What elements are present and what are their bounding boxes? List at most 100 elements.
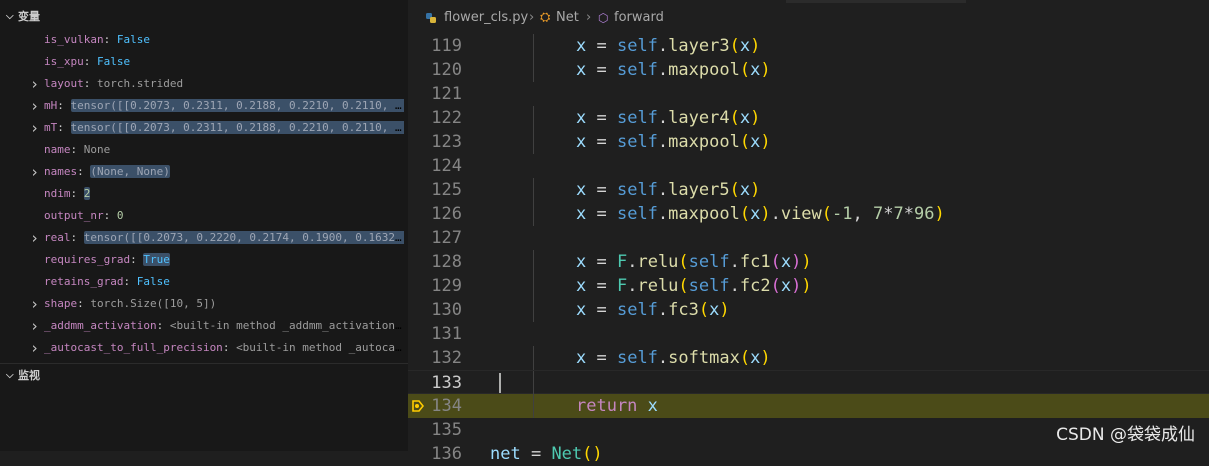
chevron-right-icon[interactable]: › <box>30 293 39 315</box>
code-line[interactable]: 136 net = Net() <box>408 442 1209 466</box>
code-text: x = self.fc3(x) <box>576 298 730 322</box>
code-line[interactable]: 134 return x <box>408 394 1209 418</box>
code-line[interactable]: 130 x = self.fc3(x) <box>408 298 1209 322</box>
code-token: fc1 <box>739 252 771 272</box>
code-text: x = self.layer5(x) <box>576 178 760 202</box>
variables-section-header[interactable]: ⌵ 变量 <box>0 7 408 27</box>
code-token: x <box>576 300 587 320</box>
indent-guide <box>533 106 534 130</box>
variable-row--addmm-activation[interactable]: › _addmm_activation: <built-in method _ad… <box>0 315 408 337</box>
code-text: x = self.layer3(x) <box>576 34 760 58</box>
chevron-right-icon[interactable]: › <box>30 161 39 183</box>
code-line[interactable]: 129 x = F.relu(self.fc2(x)) <box>408 274 1209 298</box>
code-token: . <box>657 36 669 56</box>
code-line[interactable]: 131 <box>408 322 1209 346</box>
separator: : <box>156 319 170 332</box>
chevron-right-icon[interactable]: › <box>30 315 39 337</box>
code-line[interactable]: 125 x = self.layer5(x) <box>408 178 1209 202</box>
chevron-right-icon: › <box>586 10 592 25</box>
code-token: ( <box>729 180 740 200</box>
variable-row-is-vulkan[interactable]: is_vulkan: False <box>0 29 408 51</box>
variable-value: False <box>136 275 170 288</box>
indent-guide <box>533 58 534 82</box>
watermark: CSDN @袋袋成仙 <box>1056 425 1195 445</box>
code-line[interactable]: 132 x = self.softmax(x) <box>408 346 1209 370</box>
breadcrumb-file[interactable]: flower_cls.py <box>444 5 528 31</box>
code-token: x <box>750 204 761 224</box>
variable-name: name <box>44 143 71 156</box>
code-line[interactable]: 124 <box>408 154 1209 178</box>
chevron-right-icon[interactable]: › <box>30 73 39 95</box>
indent-guide <box>533 34 534 58</box>
code-line[interactable]: 122 x = self.layer4(x) <box>408 106 1209 130</box>
chevron-right-icon[interactable]: › <box>30 337 39 359</box>
code-token: F <box>616 276 628 296</box>
variable-row-real[interactable]: › real: tensor([[0.2073, 0.2220, 0.2174, … <box>0 227 408 249</box>
code-token: fc2 <box>739 276 771 296</box>
variable-row-retains-grad[interactable]: retains_grad: False <box>0 271 408 293</box>
code-line[interactable]: 128 x = F.relu(self.fc1(x)) <box>408 250 1209 274</box>
indent-guide <box>533 298 534 322</box>
code-token: x <box>750 60 761 80</box>
variable-name: names <box>44 165 78 178</box>
code-token: maxpool <box>668 204 740 224</box>
chevron-right-icon[interactable]: › <box>30 117 39 139</box>
chevron-right-icon[interactable]: › <box>30 227 39 249</box>
variable-value: False <box>97 55 131 68</box>
variable-row-is-xpu[interactable]: is_xpu: False <box>0 51 408 73</box>
code-line[interactable]: 127 <box>408 226 1209 250</box>
code-line[interactable]: 121 <box>408 82 1209 106</box>
variable-row--autocast-to-full-precision[interactable]: › _autocast_to_full_precision: <built-in … <box>0 337 408 359</box>
code-area[interactable]: 119 x = self.layer3(x) 120 x = self.maxpool… <box>408 34 1209 464</box>
breadcrumb-method[interactable]: forward <box>614 5 664 31</box>
code-token: self <box>616 180 658 200</box>
variable-value: 0 <box>116 209 124 222</box>
code-token: ( <box>739 132 751 152</box>
code-token: . <box>729 276 740 296</box>
variable-row-output-nr[interactable]: output_nr: 0 <box>0 205 408 227</box>
variable-text: retains_grad: False <box>44 271 404 293</box>
code-token: . <box>657 108 669 128</box>
variable-row-mH[interactable]: › mH: tensor([[0.2073, 0.2311, 0.2188, 0.… <box>0 95 408 117</box>
code-token: self <box>616 348 658 368</box>
watch-section-header[interactable]: ⌵ 监视 <box>0 366 408 386</box>
code-token: maxpool <box>668 60 740 80</box>
code-line[interactable]: 133 <box>408 370 1209 395</box>
variable-value: False <box>116 33 150 46</box>
variable-row-mT[interactable]: › mT: tensor([[0.2073, 0.2311, 0.2188, 0.… <box>0 117 408 139</box>
line-number: 132 <box>431 348 462 368</box>
code-token: self <box>688 276 730 296</box>
variable-name: layout <box>44 77 84 90</box>
variable-text: names: (None, None) <box>44 161 404 183</box>
chevron-right-icon[interactable]: › <box>30 95 39 117</box>
code-token: x <box>576 348 587 368</box>
code-token: x <box>739 108 751 128</box>
variable-row-name[interactable]: name: None <box>0 139 408 161</box>
variable-row-ndim[interactable]: ndim: 2 <box>0 183 408 205</box>
code-line[interactable]: 120 x = self.maxpool(x) <box>408 58 1209 82</box>
separator: : <box>103 209 117 222</box>
variable-name: requires_grad <box>44 253 131 266</box>
variable-name: is_vulkan <box>44 33 104 46</box>
code-line[interactable]: 123 x = self.maxpool(x) <box>408 130 1209 154</box>
code-line[interactable]: 126 x = self.maxpool(x).view(-1, 7*7*96) <box>408 202 1209 226</box>
code-token: * <box>883 204 894 224</box>
code-token: self <box>616 204 658 224</box>
variable-row-shape[interactable]: › shape: torch.Size([10, 5]) <box>0 293 408 315</box>
variable-row-requires-grad[interactable]: requires_grad: True <box>0 249 408 271</box>
indent-guide <box>533 178 534 202</box>
breadcrumb: flower_cls.py › ⛭ Net › ⬡ forward <box>408 5 1209 31</box>
breadcrumb-class[interactable]: Net <box>556 5 579 31</box>
variable-name: _addmm_activation <box>44 319 157 332</box>
code-token: x <box>739 36 751 56</box>
line-number: 135 <box>431 420 462 440</box>
code-token: = <box>586 348 617 368</box>
code-token: x <box>739 180 751 200</box>
code-token: 96 <box>914 204 935 224</box>
code-token: . <box>627 276 638 296</box>
code-line[interactable]: 119 x = self.layer3(x) <box>408 34 1209 58</box>
variable-row-layout[interactable]: › layout: torch.strided <box>0 73 408 95</box>
separator: : <box>70 231 84 244</box>
code-token: . <box>729 252 740 272</box>
variable-row-names[interactable]: › names: (None, None) <box>0 161 408 183</box>
